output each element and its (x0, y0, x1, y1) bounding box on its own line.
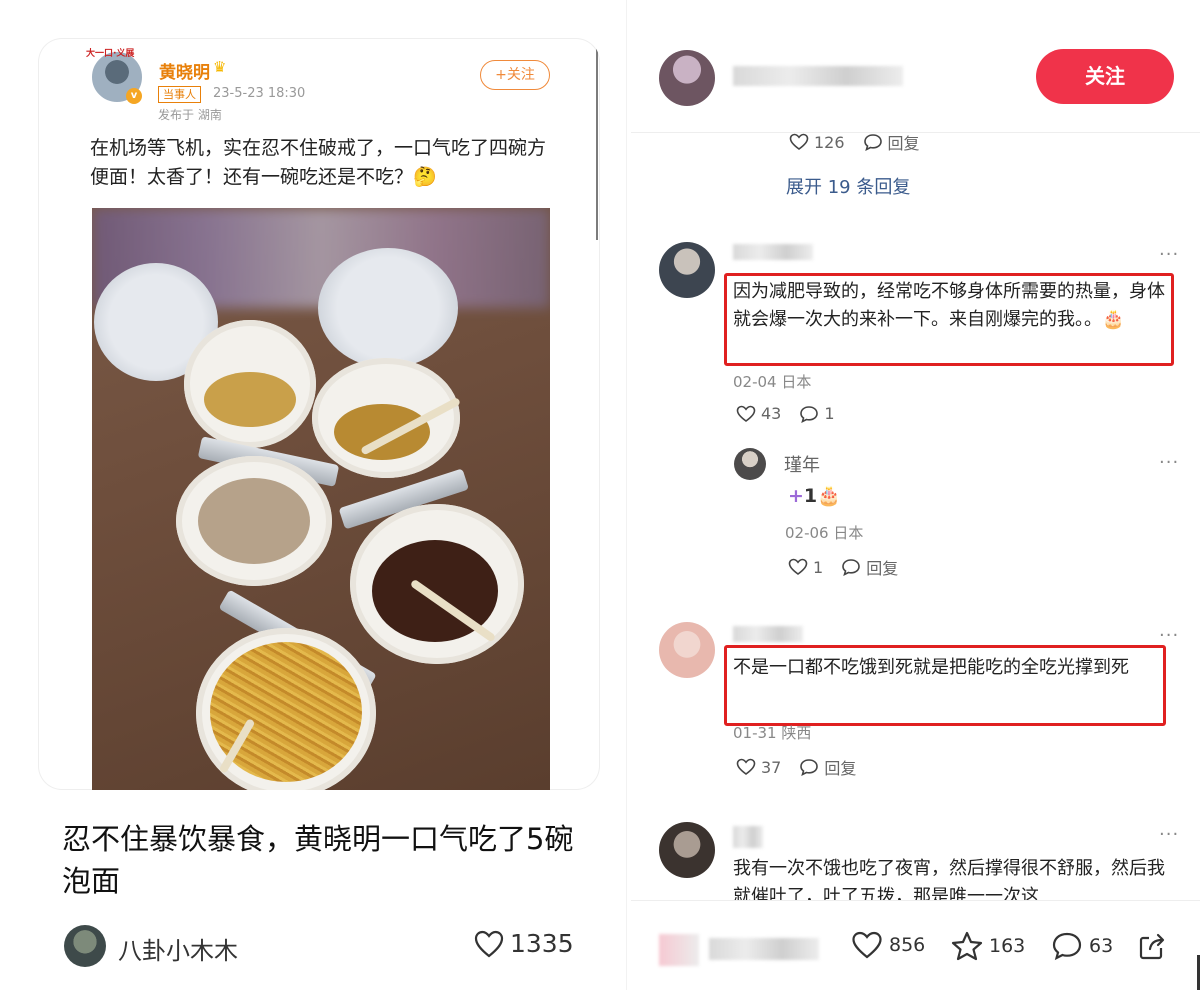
heart-icon[interactable] (736, 758, 756, 776)
comment-text: 不是一口都不吃饿到死就是把能吃的全吃光撑到死 (733, 657, 1129, 678)
comment-meta: 43 1 (736, 404, 835, 423)
author-name[interactable]: 八卦小木木 (118, 931, 238, 966)
comment-icon[interactable] (799, 405, 819, 423)
blurred-username (733, 66, 903, 86)
reply-count[interactable]: 1 (824, 404, 834, 423)
favorite-count: 163 (989, 935, 1026, 957)
reply-date: 02-06 日本 (785, 524, 864, 542)
heart-icon[interactable] (789, 133, 809, 151)
blurred-username (733, 626, 803, 642)
blurred-input-avatar (659, 934, 699, 966)
noodle-cup (312, 358, 460, 478)
comment-icon[interactable] (863, 133, 883, 151)
comment-meta: 37 回复 (736, 755, 856, 779)
panel-divider (626, 0, 630, 990)
like-count: 1 (813, 557, 824, 577)
commenter-avatar[interactable] (659, 242, 715, 298)
commenter-avatar[interactable] (659, 622, 715, 678)
top-reply-meta: 126 回复 (789, 130, 920, 154)
verified-badge-icon: v (126, 88, 142, 104)
weibo-post-text: 在机场等飞机，实在忍不住破戒了，一口气吃了四碗方便面！太香了！还有一碗吃还是不吃… (90, 137, 547, 188)
blurred-username (733, 244, 813, 260)
left-panel: 大一口·义展 v 黄晓明 ♛ 当事人 23-5-23 18:30 发布于 湖南 … (0, 0, 625, 990)
like-count: 1335 (510, 929, 574, 958)
noodle-cup (184, 320, 316, 448)
comment-icon[interactable] (841, 558, 861, 576)
heart-icon[interactable] (788, 558, 808, 576)
role-tag: 当事人 (158, 86, 201, 103)
article-headline[interactable]: 忍不住暴饮暴食，黄晓明一口气吃了5碗泡面 (62, 818, 582, 902)
right-panel: 关注 126 回复 展开 19 条回复 ··· 因为减肥导致的，经常吃不够身体所… (631, 0, 1200, 990)
reply-button[interactable]: 回复 (888, 130, 920, 154)
comment-date: 01-31 陕西 (733, 724, 812, 742)
reply-meta: 1 回复 (788, 555, 898, 579)
comment-date: 02-04 日本 (733, 373, 812, 391)
weibo-author-name[interactable]: 黄晓明 (159, 58, 210, 83)
like-count: 126 (814, 132, 845, 152)
like-action[interactable]: 856 (851, 931, 925, 959)
more-icon[interactable]: ··· (1159, 824, 1179, 845)
reply-author-name[interactable]: 瑾年 (784, 451, 820, 477)
comment-action[interactable]: 63 (1051, 931, 1113, 961)
like-count: 37 (761, 757, 782, 777)
cup-lid (318, 248, 458, 368)
heart-icon[interactable] (474, 930, 504, 958)
comment-text: 因为减肥导致的，经常吃不够身体所需要的热量，身体就会爆一次大的来补一下。来自刚爆… (733, 281, 1165, 330)
noodle-cup (350, 504, 524, 664)
comment-icon[interactable] (799, 758, 819, 776)
more-icon[interactable]: ··· (1159, 625, 1179, 646)
poster-avatar[interactable] (659, 50, 715, 106)
star-icon[interactable] (951, 931, 983, 961)
reply-button[interactable]: 回复 (866, 555, 898, 579)
avatar-banner-text: 大一口·义展 (86, 49, 135, 59)
noodle-cups-photo[interactable] (92, 208, 550, 790)
heart-icon[interactable] (851, 931, 883, 959)
heart-icon[interactable] (736, 405, 756, 423)
reply-avatar[interactable] (734, 448, 766, 480)
noodle-cup (176, 456, 332, 586)
post-time: 23-5-23 18:30 (213, 86, 306, 101)
plus-one-text: +1🎂 (788, 485, 841, 507)
commenter-avatar[interactable] (659, 822, 715, 878)
share-icon[interactable] (1137, 931, 1167, 961)
scroll-indicator (596, 40, 598, 240)
expand-replies-link[interactable]: 展开 19 条回复 (786, 173, 910, 199)
weibo-screenshot-card: 大一口·义展 v 黄晓明 ♛ 当事人 23-5-23 18:30 发布于 湖南 … (38, 38, 600, 790)
weibo-follow-button[interactable]: +关注 (480, 60, 550, 90)
more-icon[interactable]: ··· (1159, 244, 1179, 265)
comment-text: 我有一次不饿也吃了夜宵，然后撑得很不舒服，然后我就催吐了，吐了五拨，那是唯一一次… (733, 858, 1165, 900)
favorite-action[interactable]: 163 (951, 931, 1025, 961)
blurred-username (733, 826, 763, 848)
more-icon[interactable]: ··· (1159, 452, 1179, 473)
share-action[interactable] (1137, 931, 1173, 961)
follow-button[interactable]: 关注 (1036, 49, 1174, 104)
like-count: 856 (889, 934, 926, 956)
comment-icon[interactable] (1051, 931, 1083, 961)
blurred-comment-input[interactable] (709, 938, 819, 960)
crown-icon: ♛ (213, 58, 227, 76)
author-avatar[interactable] (64, 925, 106, 967)
reply-button[interactable]: 回复 (824, 755, 856, 779)
comment-count: 63 (1089, 935, 1114, 957)
post-location: 发布于 湖南 (158, 108, 222, 122)
like-count: 43 (761, 404, 782, 423)
